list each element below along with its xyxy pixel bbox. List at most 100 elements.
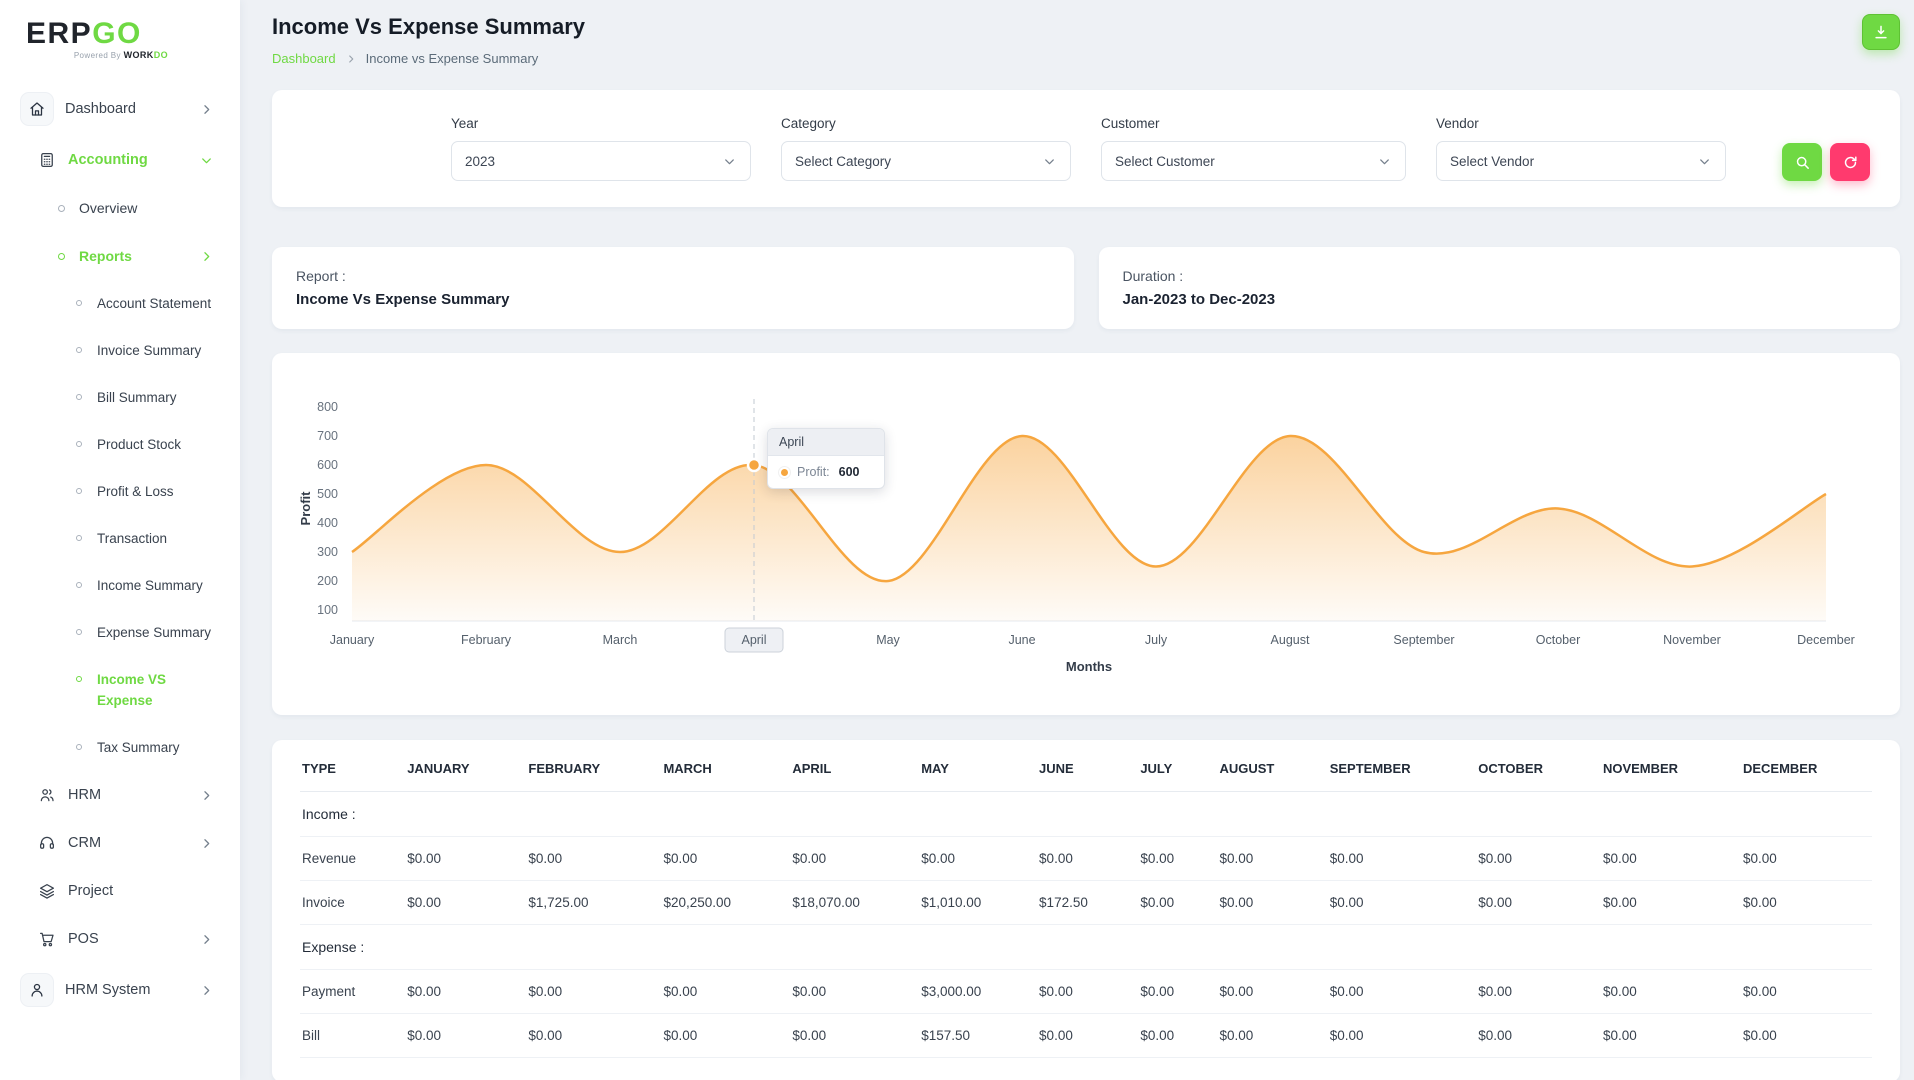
category-select-value: Select Category [795, 153, 892, 169]
breadcrumb: Dashboard Income vs Expense Summary [272, 51, 585, 66]
svg-text:March: March [603, 633, 638, 647]
sidebar-item-account-statement[interactable]: Account Statement [0, 280, 240, 327]
sidebar-item-project[interactable]: Project [0, 867, 240, 915]
sidebar-item-label: Transaction [97, 531, 168, 546]
search-button[interactable] [1782, 143, 1822, 181]
section-title: Income : [300, 791, 1872, 837]
page-title: Income Vs Expense Summary [272, 14, 586, 39]
row-type: Bill [300, 1013, 398, 1058]
sidebar-item-label: Reports [79, 247, 132, 264]
breadcrumb-current: Income vs Expense Summary [365, 51, 539, 66]
sidebar-item-label: Tax Summary [97, 740, 180, 755]
sidebar-item-label: Product Stock [97, 437, 182, 452]
cell-value: $0.00 [1130, 836, 1210, 881]
cell-value: $0.00 [1130, 969, 1210, 1014]
table-row: Revenue $0.00 $0.00 $0.00 $0.00 $0.00 $0.00 $0.… [300, 836, 1872, 881]
bullet-icon [76, 629, 82, 635]
svg-text:100: 100 [317, 603, 338, 617]
bullet-icon [76, 347, 82, 353]
cell-value: $0.00 [1029, 836, 1131, 881]
chevron-down-icon [1697, 154, 1712, 169]
profit-chart[interactable]: 800 700 600 500 400 300 200 100 Profit January Feb… [296, 375, 1868, 677]
svg-text:October: October [1536, 633, 1580, 647]
chevron-right-icon [199, 102, 214, 117]
tagline-do: DO [153, 50, 168, 60]
sidebar-item-product-stock[interactable]: Product Stock [0, 421, 240, 468]
sidebar-item-invoice-summary[interactable]: Invoice Summary [0, 327, 240, 374]
sidebar-item-expense-summary[interactable]: Expense Summary [0, 609, 240, 656]
sidebar-item-reports[interactable]: Reports [0, 232, 240, 280]
logo-tagline: Powered By WORKDO [26, 50, 168, 60]
column-header: NOVEMBER [1592, 746, 1733, 792]
cell-value: $0.00 [1130, 880, 1210, 925]
customer-select[interactable]: Select Customer [1101, 141, 1406, 181]
sidebar-menu: Dashboard Accounting Overview Reports Accoun… [0, 70, 240, 1080]
breadcrumb-dashboard-link[interactable]: Dashboard [272, 51, 336, 66]
sidebar-item-dashboard[interactable]: Dashboard [0, 82, 240, 136]
sidebar-item-pos[interactable]: POS [0, 915, 240, 963]
category-select[interactable]: Select Category [781, 141, 1071, 181]
sidebar-item-label: Overview [79, 199, 138, 216]
sidebar-item-hrm[interactable]: HRM [0, 771, 240, 819]
column-header: TYPE [300, 746, 398, 792]
duration-label: Duration : [1122, 268, 1184, 284]
svg-text:August: August [1271, 633, 1310, 647]
row-type: Invoice [300, 880, 398, 925]
section-row: Income : [300, 791, 1872, 837]
cell-value: $0.00 [1468, 880, 1593, 925]
erpgo-logo[interactable]: ERPGO Powered By WORKDO [0, 0, 240, 70]
svg-text:December: December [1797, 633, 1855, 647]
sidebar-item-label: HRM [68, 786, 102, 803]
year-select[interactable]: 2023 [451, 141, 751, 181]
tagline-prefix: Powered By [73, 51, 121, 60]
sidebar-item-profit-loss[interactable]: Profit & Loss [0, 468, 240, 515]
sidebar-item-overview[interactable]: Overview [0, 184, 240, 232]
logo-erp: ERP [26, 17, 93, 50]
tooltip-series-label: Profit: [797, 465, 830, 479]
bullet-icon [76, 676, 82, 682]
cell-value: $18,070.00 [782, 880, 912, 925]
cell-value: $157.50 [911, 1013, 1030, 1058]
cell-value: $0.00 [1209, 880, 1320, 925]
cell-value: $0.00 [653, 1013, 783, 1058]
customer-label: Customer [1101, 116, 1160, 131]
cell-value: $0.00 [1592, 836, 1733, 881]
sidebar-item-hrm-system[interactable]: HRM System [0, 963, 240, 1017]
reset-button[interactable] [1830, 143, 1870, 181]
sidebar-item-label: Profit & Loss [97, 484, 174, 499]
profit-area-chart: 800 700 600 500 400 300 200 100 Profit January Feb… [298, 399, 1855, 674]
sidebar-item-crm[interactable]: CRM [0, 819, 240, 867]
svg-text:September: September [1393, 633, 1454, 647]
sidebar-item-income-vs-expense[interactable]: Income VS Expense [0, 656, 240, 724]
logo-go: GO [92, 17, 142, 50]
sidebar-item-transaction[interactable]: Transaction [0, 515, 240, 562]
svg-text:June: June [1008, 633, 1035, 647]
home-icon [20, 92, 54, 126]
chevron-right-icon [199, 983, 214, 998]
sidebar-item-accounting[interactable]: Accounting [0, 136, 240, 184]
svg-text:Months: Months [1066, 659, 1112, 674]
vendor-select[interactable]: Select Vendor [1436, 141, 1726, 181]
year-label: Year [451, 116, 479, 131]
download-button[interactable] [1862, 14, 1900, 50]
sidebar-item-bill-summary[interactable]: Bill Summary [0, 374, 240, 421]
sidebar-item-tax-summary[interactable]: Tax Summary [0, 724, 240, 771]
cell-value: $0.00 [1732, 969, 1872, 1014]
filter-group-customer: Customer Select Customer [1101, 116, 1406, 181]
filter-group-category: Category Select Category [781, 116, 1071, 181]
cell-value: $0.00 [1319, 1013, 1469, 1058]
refresh-icon [1842, 154, 1859, 171]
filter-form: Year 2023 Category Select Category Custo… [451, 116, 1870, 181]
cell-value: $0.00 [1592, 880, 1733, 925]
cell-value: $0.00 [1732, 836, 1872, 881]
cell-value: $20,250.00 [653, 880, 783, 925]
sidebar-item-label: Invoice Summary [97, 343, 202, 358]
cell-value: $0.00 [653, 836, 783, 881]
filter-group-vendor: Vendor Select Vendor [1436, 116, 1726, 181]
chevron-down-icon [199, 153, 214, 168]
cell-value: $0.00 [1130, 1013, 1210, 1058]
table-row: Payment $0.00 $0.00 $0.00 $0.00 $3,000.00 $0.0… [300, 969, 1872, 1014]
column-header: JULY [1130, 746, 1210, 792]
series-marker-icon [779, 466, 790, 478]
sidebar-item-income-summary[interactable]: Income Summary [0, 562, 240, 609]
